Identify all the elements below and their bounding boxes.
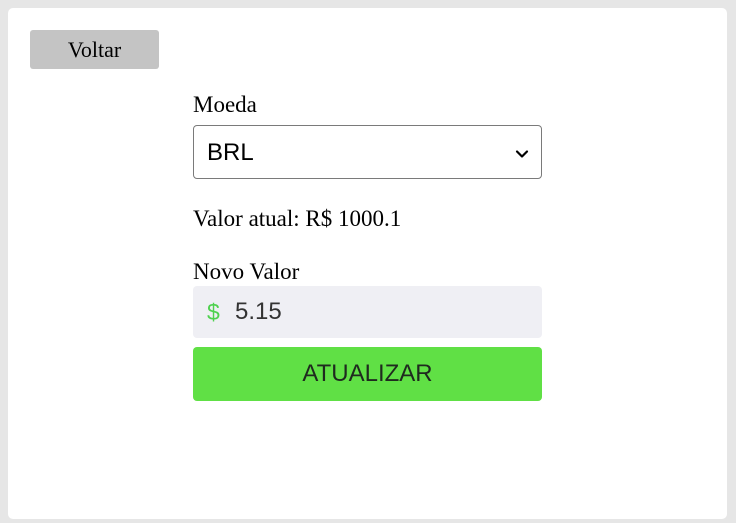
new-value-input[interactable]: $ 5.15 [193,286,542,338]
back-button-label: Voltar [67,36,122,62]
update-button-label: ATUALIZAR [302,360,433,387]
dollar-icon: $ [207,299,220,325]
current-value-text: Valor atual: R$ 1000.1 [193,206,402,231]
currency-select[interactable]: BRL [193,125,542,179]
currency-label: Moeda [193,92,257,117]
update-button[interactable]: ATUALIZAR [193,347,542,401]
currency-selected-value: BRL [207,139,254,166]
main-card: Voltar Moeda BRL Valor atual: R$ 1000.1 … [8,8,727,519]
new-value-label: Novo Valor [193,259,300,284]
back-button[interactable]: Voltar [30,30,159,69]
new-value-field-text: 5.15 [235,298,282,325]
chevron-down-icon [515,150,529,158]
